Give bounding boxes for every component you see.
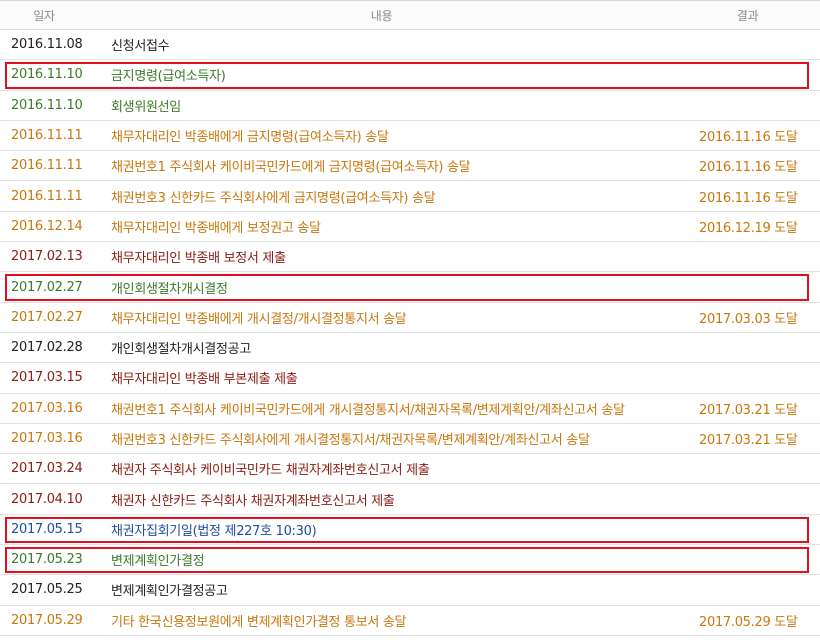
row-content: 채권번호3 신한카드 주식회사에게 개시결정통지서/채권자목록/변제계획안/계좌… [111, 433, 590, 448]
table-row: 2017.02.13 채무자대리인 박종배 보정서 제출 [0, 242, 820, 273]
table-row: 2016.11.11 채무자대리인 박종배에게 금지명령(급여소득자) 송달 201… [0, 121, 820, 152]
row-result: 2016.12.19 도달 [699, 220, 798, 236]
row-content: 채무자대리인 박종배 부본제출 제출 [111, 372, 298, 388]
row-result: 2017.05.29 도달 [699, 614, 798, 630]
row-date: 2017.02.13 [11, 249, 83, 265]
row-content: 채무자대리인 박종배에게 개시결정/개시결정통지서 송달 [111, 311, 407, 327]
table-row: 2017.02.27 개인회생절차개시결정 [0, 272, 820, 303]
row-date: 2017.03.15 [11, 370, 83, 386]
table-row: 2017.05.23 변제계획인가결정 [0, 545, 820, 576]
row-content: 채권자 주식회사 케이비국민카드 채권자계좌번호신고서 제출 [111, 463, 430, 479]
row-date: 2017.02.28 [11, 340, 83, 356]
row-result: 2017.03.21 도달 [699, 433, 798, 448]
table-row: 2016.11.11 채권번호1 주식회사 케이비국민카드에게 금지명령(급여소득… [0, 151, 820, 182]
header-result: 결과 [736, 8, 759, 23]
table-row: 2017.05.29 기타 한국신용정보원에게 변제계획인가결정 통보서 송달 20… [0, 606, 820, 636]
row-content: 채무자대리인 박종배 보정서 제출 [111, 251, 286, 267]
table-row: 2017.02.28 개인회생절차개시결정공고 [0, 333, 820, 364]
row-date: 2016.11.11 [11, 188, 83, 204]
header-content: 내용 [370, 8, 393, 23]
row-date: 2017.05.23 [11, 552, 83, 568]
row-content: 개인회생절차개시결정공고 [111, 342, 251, 358]
row-result: 2016.11.16 도달 [699, 160, 798, 176]
row-content: 금지명령(급여소득자) [111, 69, 226, 85]
row-content: 채권자 신한카드 주식회사 채권자계좌번호신고서 제출 [111, 493, 395, 509]
row-content: 변제계획인가결정 [111, 554, 205, 570]
table-row: 2016.11.08 신청서접수 [0, 30, 820, 61]
row-date: 2017.04.10 [11, 491, 83, 507]
row-result: 2017.03.03 도달 [699, 311, 798, 327]
row-result: 2017.03.21 도달 [699, 402, 798, 418]
table-row: 2017.05.15 채권자집회기일(법정 제227호 10:30) [0, 515, 820, 546]
row-date: 2017.05.29 [11, 612, 83, 628]
row-result: 2016.11.16 도달 [699, 190, 798, 206]
row-date: 2016.11.11 [11, 128, 83, 144]
row-content: 개인회생절차개시결정 [111, 281, 228, 297]
row-date: 2017.03.16 [11, 400, 83, 416]
case-history-table: 2016.11.08 신청서접수 2016.11.10 금지명령(급여소득자) 2016… [0, 30, 820, 636]
row-content: 채권자집회기일(법정 제227호 10:30) [111, 523, 317, 539]
table-row: 2017.03.24 채권자 주식회사 케이비국민카드 채권자계좌번호신고서 제출 [0, 454, 820, 485]
row-date: 2017.05.25 [11, 582, 83, 598]
table-row: 2017.03.16 채권번호1 주식회사 케이비국민카드에게 개시결정통지서/채… [0, 394, 820, 424]
row-content: 채무자대리인 박종배에게 보정권고 송달 [111, 220, 321, 236]
table-row: 2017.03.15 채무자대리인 박종배 부본제출 제출 [0, 363, 820, 394]
table-row: 2016.11.10 회생위원선임 [0, 91, 820, 121]
row-date: 2016.11.10 [11, 97, 83, 113]
table-row: 2017.04.10 채권자 신한카드 주식회사 채권자계좌번호신고서 제출 [0, 484, 820, 515]
table-row: 2016.12.14 채무자대리인 박종배에게 보정권고 송달 2016.12.19… [0, 212, 820, 243]
header-date: 일자 [33, 8, 55, 23]
row-date: 2016.12.14 [11, 218, 83, 234]
row-date: 2016.11.10 [11, 67, 83, 83]
row-date: 2017.03.24 [11, 461, 83, 477]
row-date: 2017.02.27 [11, 309, 83, 325]
table-row: 2017.05.25 변제계획인가결정공고 [0, 575, 820, 606]
row-content: 채무자대리인 박종배에게 금지명령(급여소득자) 송달 [111, 130, 389, 146]
row-date: 2017.02.27 [11, 279, 83, 295]
table-row: 2016.11.11 채권번호3 신한카드 주식회사에게 금지명령(급여소득자) … [0, 181, 820, 212]
row-content: 채권번호3 신한카드 주식회사에게 금지명령(급여소득자) 송달 [111, 190, 436, 206]
table-row: 2017.03.16 채권번호3 신한카드 주식회사에게 개시결정통지서/채권자목… [0, 424, 820, 455]
row-content: 신청서접수 [111, 39, 170, 55]
row-date: 2017.05.15 [11, 521, 83, 537]
row-content: 변제계획인가결정공고 [111, 584, 228, 600]
row-result: 2016.11.16 도달 [699, 130, 798, 146]
row-date: 2016.11.11 [11, 158, 83, 174]
row-date: 2017.03.16 [11, 431, 83, 446]
row-content: 기타 한국신용정보원에게 변제계획인가결정 통보서 송달 [111, 614, 407, 630]
table-row: 2017.02.27 채무자대리인 박종배에게 개시결정/개시결정통지서 송달 20… [0, 303, 820, 333]
table-row: 2016.11.10 금지명령(급여소득자) [0, 60, 820, 91]
row-content: 채권번호1 주식회사 케이비국민카드에게 개시결정통지서/채권자목록/변제계획안… [111, 402, 625, 418]
row-date: 2016.11.08 [11, 37, 83, 53]
table-header: 일자 내용 결과 [0, 0, 820, 30]
row-content: 회생위원선임 [111, 99, 181, 115]
row-content: 채권번호1 주식회사 케이비국민카드에게 금지명령(급여소득자) 송달 [111, 160, 471, 176]
